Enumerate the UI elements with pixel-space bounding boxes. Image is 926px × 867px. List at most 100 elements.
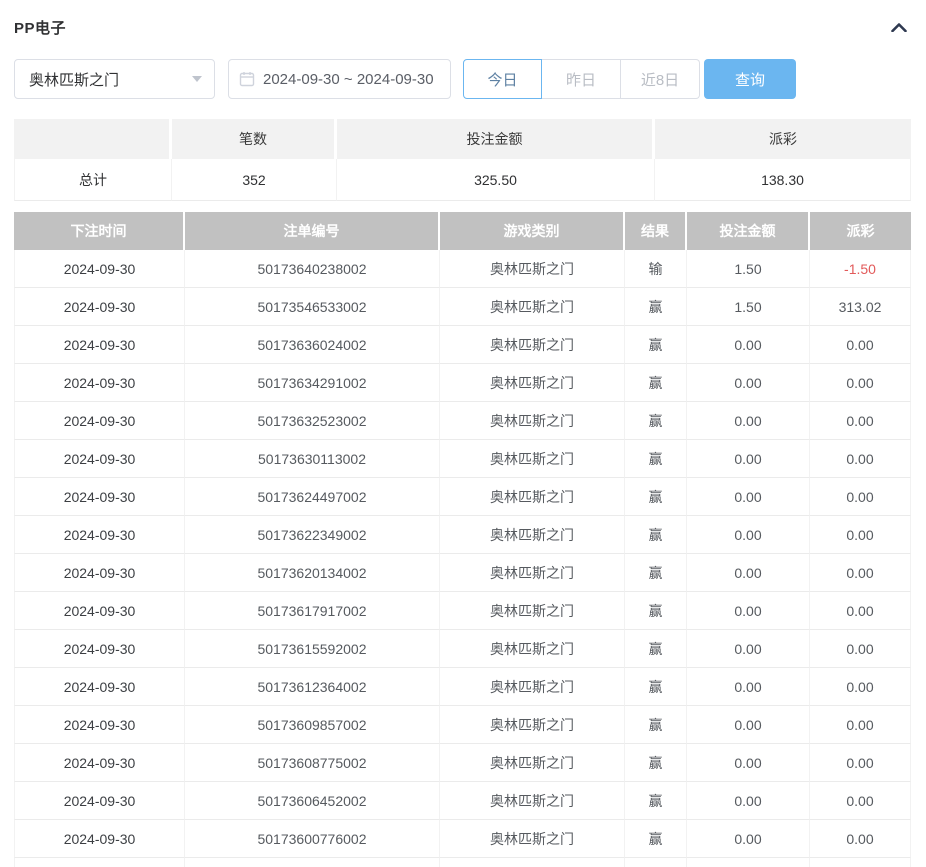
cell-bet-time: 2024-09-30 bbox=[14, 592, 185, 630]
cell-bet-amount: 0.00 bbox=[687, 630, 810, 668]
cell-order-number: 50173609857002 bbox=[185, 706, 440, 744]
cell-game-type: 奥林匹斯之门 bbox=[440, 554, 625, 592]
header-game-type: 游戏类别 bbox=[440, 212, 625, 250]
cell-payout bbox=[810, 858, 911, 867]
table-row: 2024-09-3050173622349002奥林匹斯之门赢0.000.00 bbox=[14, 516, 911, 554]
cell-order-number: 50173608775002 bbox=[185, 744, 440, 782]
cell-game-type: 奥林匹斯之门 bbox=[440, 706, 625, 744]
header-bet-time: 下注时间 bbox=[14, 212, 185, 250]
cell-result: 赢 bbox=[625, 364, 687, 402]
cell-bet-amount: 1.50 bbox=[687, 288, 810, 326]
cell-result: 赢 bbox=[625, 782, 687, 820]
cell-result: 赢 bbox=[625, 478, 687, 516]
calendar-icon bbox=[239, 71, 255, 87]
cell-payout: 0.00 bbox=[810, 402, 911, 440]
cell-game-type: 奥林匹斯之门 bbox=[440, 288, 625, 326]
chevron-up-icon bbox=[891, 20, 907, 35]
cell-result: 赢 bbox=[625, 668, 687, 706]
table-row: 2024-09-3050173609857002奥林匹斯之门赢0.000.00 bbox=[14, 706, 911, 744]
cell-game-type: 奥林匹斯之门 bbox=[440, 516, 625, 554]
panel: PP电子 奥林匹斯之门 2024-09-30 ~ 2024-09-30 今日 昨… bbox=[0, 0, 926, 867]
bet-table-header-row: 下注时间 注单编号 游戏类别 结果 投注金额 派彩 bbox=[14, 212, 911, 250]
cell-game-type: 奥林匹斯之门 bbox=[440, 782, 625, 820]
cell-bet-time: 2024-09-30 bbox=[14, 402, 185, 440]
date-range-input[interactable]: 2024-09-30 ~ 2024-09-30 bbox=[228, 59, 451, 99]
table-row: 2024-09-3050173606452002奥林匹斯之门赢0.000.00 bbox=[14, 782, 911, 820]
summary-table: 笔数 投注金额 派彩 总计 352 325.50 138.30 bbox=[14, 119, 911, 201]
cell-bet-amount: 0.00 bbox=[687, 402, 810, 440]
cell-order-number bbox=[185, 858, 440, 867]
cell-result: 赢 bbox=[625, 706, 687, 744]
caret-down-icon bbox=[192, 76, 202, 82]
bet-table-body: 2024-09-3050173640238002奥林匹斯之门输1.50-1.50… bbox=[14, 250, 911, 867]
cell-bet-time: 2024-09-30 bbox=[14, 706, 185, 744]
cell-bet-amount: 0.00 bbox=[687, 554, 810, 592]
table-row: 2024-09-3050173624497002奥林匹斯之门赢0.000.00 bbox=[14, 478, 911, 516]
page-title: PP电子 bbox=[14, 17, 66, 38]
panel-header: PP电子 bbox=[14, 13, 911, 41]
cell-game-type: 奥林匹斯之门 bbox=[440, 478, 625, 516]
cell-order-number: 50173622349002 bbox=[185, 516, 440, 554]
cell-bet-amount: 0.00 bbox=[687, 326, 810, 364]
cell-payout: 0.00 bbox=[810, 668, 911, 706]
table-row: 2024-09-3050173636024002奥林匹斯之门赢0.000.00 bbox=[14, 326, 911, 364]
cell-bet-amount: 0.00 bbox=[687, 440, 810, 478]
cell-bet-time: 2024-09-30 bbox=[14, 744, 185, 782]
cell-order-number: 50173606452002 bbox=[185, 782, 440, 820]
cell-result: 赢 bbox=[625, 744, 687, 782]
table-row: 2024-09-3050173630113002奥林匹斯之门赢0.000.00 bbox=[14, 440, 911, 478]
yesterday-button[interactable]: 昨日 bbox=[542, 59, 621, 99]
summary-total-count: 352 bbox=[172, 159, 337, 201]
cell-game-type: 奥林匹斯之门 bbox=[440, 364, 625, 402]
table-row: 2024-09-3050173632523002奥林匹斯之门赢0.000.00 bbox=[14, 402, 911, 440]
summary-total-payout: 138.30 bbox=[655, 159, 911, 201]
summary-header-blank bbox=[14, 119, 172, 159]
cell-bet-time: 2024-09-30 bbox=[14, 478, 185, 516]
cell-game-type: 奥林匹斯之门 bbox=[440, 402, 625, 440]
bet-records-table: 下注时间 注单编号 游戏类别 结果 投注金额 派彩 2024-09-305017… bbox=[14, 212, 911, 867]
header-payout: 派彩 bbox=[810, 212, 911, 250]
cell-bet-amount: 0.00 bbox=[687, 820, 810, 858]
cell-order-number: 50173640238002 bbox=[185, 250, 440, 288]
cell-payout: 0.00 bbox=[810, 478, 911, 516]
cell-result: 赢 bbox=[625, 630, 687, 668]
cell-payout: 0.00 bbox=[810, 782, 911, 820]
cell-payout: 0.00 bbox=[810, 592, 911, 630]
table-row: 2024-09-3050173546533002奥林匹斯之门赢1.50313.0… bbox=[14, 288, 911, 326]
cell-order-number: 50173620134002 bbox=[185, 554, 440, 592]
header-order-number: 注单编号 bbox=[185, 212, 440, 250]
cell-result: 赢 bbox=[625, 326, 687, 364]
table-row: 2024-09-3050173617917002奥林匹斯之门赢0.000.00 bbox=[14, 592, 911, 630]
summary-header-payout: 派彩 bbox=[655, 119, 911, 159]
cell-bet-amount: 0.00 bbox=[687, 592, 810, 630]
cell-bet-time: 2024-09-30 bbox=[14, 440, 185, 478]
cell-bet-amount: 0.00 bbox=[687, 706, 810, 744]
cell-bet-time: 2024-09-30 bbox=[14, 630, 185, 668]
cell-payout: 0.00 bbox=[810, 820, 911, 858]
cell-bet-time: 2024-09-30 bbox=[14, 250, 185, 288]
table-row: 2024-09-3050173640238002奥林匹斯之门输1.50-1.50 bbox=[14, 250, 911, 288]
summary-total-row: 总计 352 325.50 138.30 bbox=[14, 159, 911, 201]
cell-payout: 0.00 bbox=[810, 744, 911, 782]
collapse-button[interactable] bbox=[887, 19, 911, 36]
search-button[interactable]: 查询 bbox=[704, 59, 796, 99]
game-select[interactable]: 奥林匹斯之门 bbox=[14, 59, 215, 99]
last-8-days-button[interactable]: 近8日 bbox=[621, 59, 700, 99]
cell-order-number: 50173630113002 bbox=[185, 440, 440, 478]
table-row: 2024-09-3050173612364002奥林匹斯之门赢0.000.00 bbox=[14, 668, 911, 706]
cell-bet-amount: 0.00 bbox=[687, 668, 810, 706]
table-row-partial bbox=[14, 858, 911, 867]
header-result: 结果 bbox=[625, 212, 687, 250]
cell-bet-time: 2024-09-30 bbox=[14, 326, 185, 364]
cell-payout: 0.00 bbox=[810, 440, 911, 478]
game-select-value: 奥林匹斯之门 bbox=[29, 69, 119, 90]
today-button[interactable]: 今日 bbox=[463, 59, 542, 99]
summary-header-bet-amount: 投注金额 bbox=[337, 119, 655, 159]
cell-payout: 0.00 bbox=[810, 516, 911, 554]
cell-bet-amount bbox=[687, 858, 810, 867]
cell-order-number: 50173636024002 bbox=[185, 326, 440, 364]
cell-result: 输 bbox=[625, 250, 687, 288]
cell-game-type: 奥林匹斯之门 bbox=[440, 630, 625, 668]
cell-game-type: 奥林匹斯之门 bbox=[440, 744, 625, 782]
summary-total-bet-amount: 325.50 bbox=[337, 159, 655, 201]
